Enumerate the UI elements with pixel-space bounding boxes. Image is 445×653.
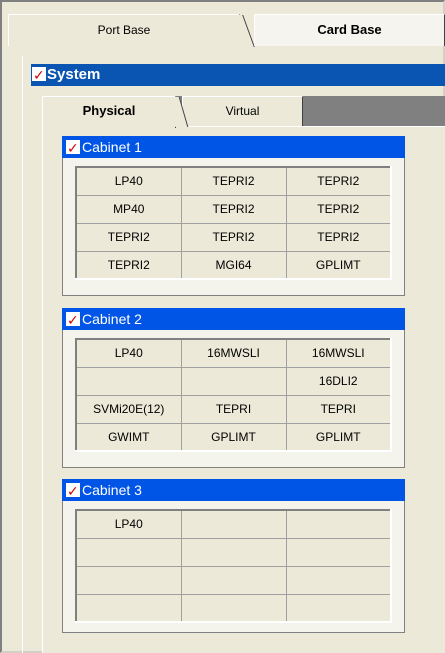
slot-cell[interactable]: TEPRI2 — [75, 222, 182, 252]
tab-card-base-label: Card Base — [317, 22, 382, 37]
cabinet-1-slot-grid: LP40 TEPRI2 TEPRI2 MP40 TEPRI2 TEPRI2 TE… — [75, 166, 392, 280]
slot-cell[interactable] — [285, 509, 392, 539]
slot-cell[interactable] — [75, 565, 182, 595]
slot-cell[interactable]: GPLIMT — [285, 250, 392, 280]
slot-cell[interactable]: TEPRI2 — [180, 194, 287, 224]
slot-cell[interactable]: TEPRI2 — [285, 194, 392, 224]
slot-cell[interactable]: TEPRI2 — [285, 166, 392, 196]
table-row: SVMi20E(12) TEPRI TEPRI — [75, 394, 392, 424]
slot-cell[interactable] — [75, 366, 182, 396]
system-label: System — [47, 66, 101, 83]
tab-port-base-label: Port Base — [97, 23, 151, 37]
slot-cell[interactable]: LP40 — [75, 166, 182, 196]
cabinet-1-label: Cabinet 1 — [82, 139, 142, 155]
cabinet-1-header[interactable]: Cabinet 1 — [62, 136, 405, 159]
slot-cell[interactable]: LP40 — [75, 509, 182, 539]
slot-cell[interactable] — [75, 593, 182, 623]
tab-virtual[interactable]: Virtual — [182, 96, 303, 126]
table-row: TEPRI2 MGI64 GPLIMT — [75, 250, 392, 280]
table-row: LP40 16MWSLI 16MWSLI — [75, 338, 392, 368]
table-row: MP40 TEPRI2 TEPRI2 — [75, 194, 392, 224]
cabinet-3-header[interactable]: Cabinet 3 — [62, 479, 405, 502]
table-row: LP40 — [75, 509, 392, 539]
cabinet-3-slot-grid: LP40 — [75, 509, 392, 623]
slot-cell[interactable]: MGI64 — [180, 250, 287, 280]
slot-cell[interactable] — [180, 565, 287, 595]
slot-cell[interactable] — [75, 537, 182, 567]
slot-cell[interactable] — [180, 593, 287, 623]
slot-cell[interactable]: GPLIMT — [180, 422, 287, 452]
slot-cell[interactable] — [285, 537, 392, 567]
cabinet-3-body: LP40 — [62, 501, 405, 633]
slot-cell[interactable]: GWIMT — [75, 422, 182, 452]
table-row: TEPRI2 TEPRI2 TEPRI2 — [75, 222, 392, 252]
cabinet-3-label: Cabinet 3 — [82, 482, 142, 498]
slot-cell[interactable] — [180, 366, 287, 396]
cabinet-2: Cabinet 2 LP40 16MWSLI 16MWSLI 16DLI2 SV… — [62, 308, 405, 468]
slot-cell[interactable]: LP40 — [75, 338, 182, 368]
table-row — [75, 565, 392, 595]
table-row — [75, 593, 392, 623]
cabinet-2-check-icon[interactable] — [66, 309, 80, 331]
top-tab-strip: Port Base Card Base — [8, 14, 445, 46]
slot-cell[interactable]: 16MWSLI — [285, 338, 392, 368]
slot-cell[interactable]: TEPRI — [285, 394, 392, 424]
cabinet-1-body: LP40 TEPRI2 TEPRI2 MP40 TEPRI2 TEPRI2 TE… — [62, 158, 405, 296]
cabinet-2-slot-grid: LP40 16MWSLI 16MWSLI 16DLI2 SVMi20E(12) … — [75, 338, 392, 452]
cabinet-2-body: LP40 16MWSLI 16MWSLI 16DLI2 SVMi20E(12) … — [62, 330, 405, 468]
slot-cell[interactable]: 16MWSLI — [180, 338, 287, 368]
slot-cell[interactable]: SVMi20E(12) — [75, 394, 182, 424]
system-header[interactable]: System — [31, 64, 445, 86]
system-check-icon[interactable] — [32, 64, 46, 86]
cabinet-2-label: Cabinet 2 — [82, 311, 142, 327]
inner-tab-strip: Physical Virtual — [42, 96, 445, 128]
slot-cell[interactable]: TEPRI — [180, 394, 287, 424]
slot-cell[interactable] — [180, 537, 287, 567]
tab-port-base[interactable]: Port Base — [8, 14, 240, 46]
slot-cell[interactable]: TEPRI2 — [180, 166, 287, 196]
tab-virtual-label: Virtual — [225, 104, 260, 118]
slot-cell[interactable] — [285, 593, 392, 623]
table-row: LP40 TEPRI2 TEPRI2 — [75, 166, 392, 196]
tab-physical[interactable]: Physical — [42, 96, 176, 128]
cabinet-3-check-icon[interactable] — [66, 480, 80, 502]
slot-cell[interactable] — [180, 509, 287, 539]
cabinet-1-check-icon[interactable] — [66, 137, 80, 159]
cabinet-3: Cabinet 3 LP40 — [62, 479, 405, 633]
slot-cell[interactable]: 16DLI2 — [285, 366, 392, 396]
tab-card-base[interactable]: Card Base — [254, 14, 445, 46]
cabinet-2-header[interactable]: Cabinet 2 — [62, 308, 405, 331]
slot-cell[interactable]: TEPRI2 — [285, 222, 392, 252]
slot-cell[interactable]: GPLIMT — [285, 422, 392, 452]
slot-cell[interactable] — [285, 565, 392, 595]
table-row: GWIMT GPLIMT GPLIMT — [75, 422, 392, 452]
cabinet-1: Cabinet 1 LP40 TEPRI2 TEPRI2 MP40 TEPRI2… — [62, 136, 405, 296]
slot-cell[interactable]: TEPRI2 — [180, 222, 287, 252]
table-row: 16DLI2 — [75, 366, 392, 396]
tab-physical-label: Physical — [82, 103, 136, 118]
slot-cell[interactable]: MP40 — [75, 194, 182, 224]
table-row — [75, 537, 392, 567]
slot-cell[interactable]: TEPRI2 — [75, 250, 182, 280]
